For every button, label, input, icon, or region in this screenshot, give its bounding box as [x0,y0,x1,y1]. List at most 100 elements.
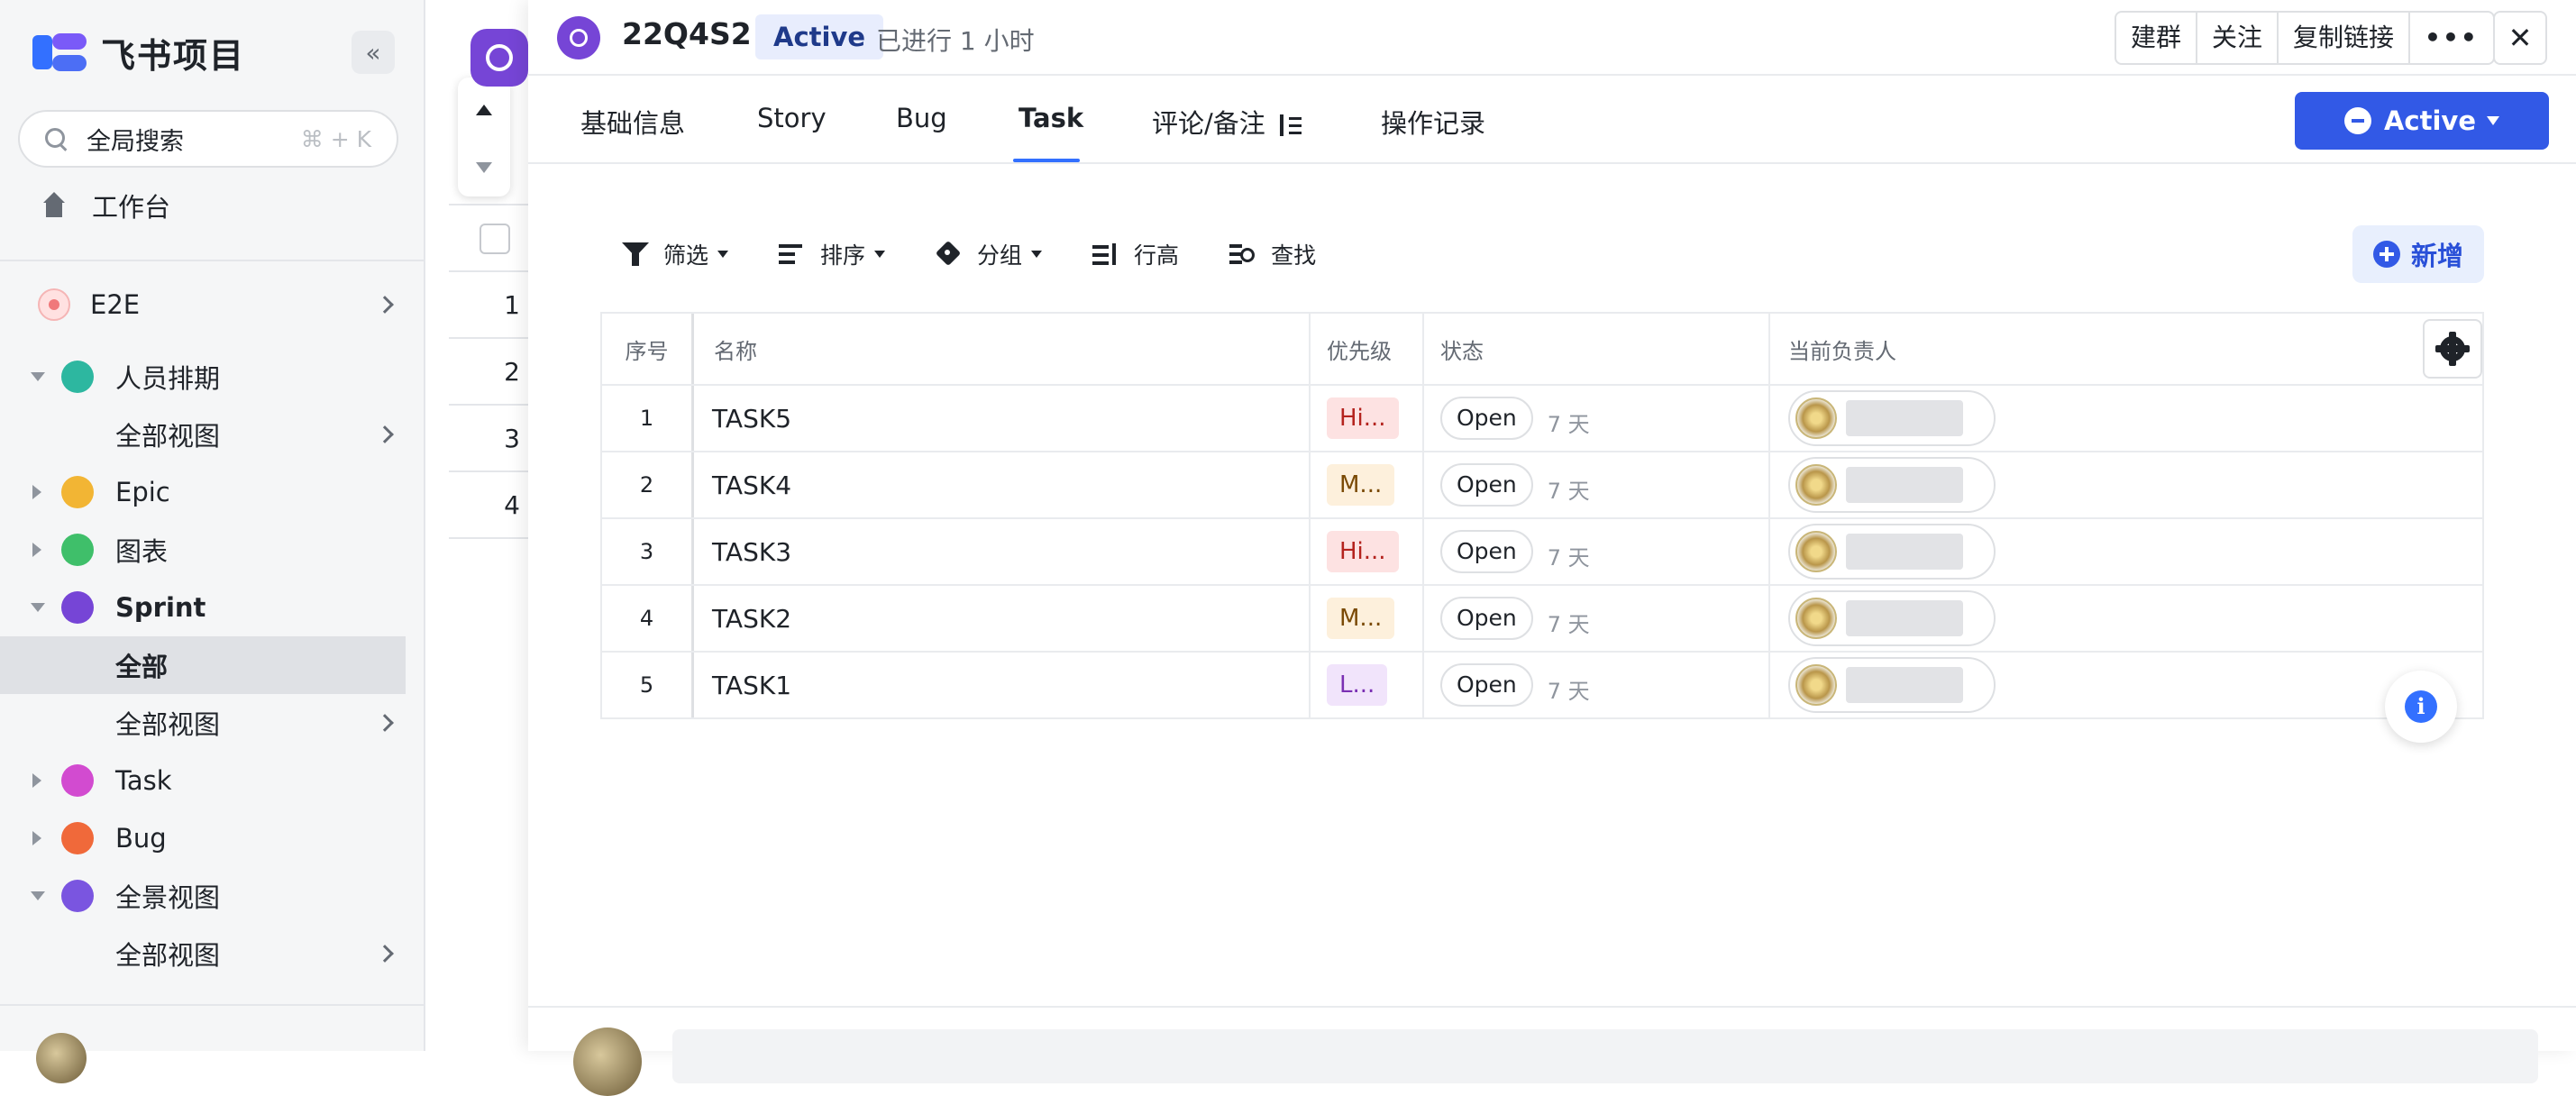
priority-cell[interactable]: M... [1311,452,1424,517]
app-logo[interactable]: 飞书项目 [31,27,245,78]
task-name[interactable]: TASK4 [694,452,1311,517]
priority-cell[interactable]: M... [1311,586,1424,651]
find-button[interactable]: 查找 [1229,238,1316,270]
task-table: 序号 名称 优先级 状态 当前负责人 1 TASK5 Hi... Open 7 天 2 TA… [600,312,2484,719]
table-row[interactable]: 5 TASK1 L... Open 7 天 [602,653,2482,719]
status-cell[interactable]: Open 7 天 [1424,386,1770,451]
status-cell[interactable]: Open 7 天 [1424,653,1770,717]
copy-link-button[interactable]: 复制链接 [2279,13,2411,63]
priority-cell[interactable]: Hi... [1311,386,1424,451]
table-row[interactable]: 1 TASK5 Hi... Open 7 天 [602,386,2482,452]
row-number: 4 [602,586,694,651]
priority-cell[interactable]: L... [1311,653,1424,717]
sprint-type-button[interactable] [470,29,528,87]
sort-order-icon[interactable] [1278,114,1302,136]
global-search-input[interactable]: 全局搜索 ⌘ + K [18,110,398,168]
caret-down-icon[interactable] [31,372,45,381]
status-pill[interactable]: Open [1440,463,1533,507]
table-row[interactable]: 4 [449,472,530,539]
priority-cell[interactable]: Hi... [1311,519,1424,584]
table-row[interactable]: 3 [449,406,530,472]
status-pill[interactable]: Open [1440,530,1533,573]
caret-right-icon[interactable] [32,543,41,557]
status-cell[interactable]: Open 7 天 [1424,586,1770,651]
user-avatar[interactable] [36,1033,87,1083]
task-name[interactable]: TASK2 [694,586,1311,651]
sidebar-item[interactable]: 图表 [0,521,424,579]
status-pill[interactable]: Open [1440,597,1533,640]
table-row[interactable]: 3 TASK3 Hi... Open 7 天 [602,519,2482,586]
column-header-name[interactable]: 名称 [694,314,1311,384]
task-name[interactable]: TASK5 [694,386,1311,451]
next-record-icon[interactable] [476,162,492,173]
status-cell[interactable]: Open 7 天 [1424,519,1770,584]
table-row[interactable]: 4 TASK2 M... Open 7 天 [602,586,2482,653]
caret-down-icon [874,251,886,258]
table-settings-button[interactable] [2423,319,2482,379]
comment-input[interactable] [672,1029,2538,1083]
owner-pill[interactable] [1788,590,1996,646]
tab-bug[interactable]: Bug [896,103,947,133]
follow-button[interactable]: 关注 [2197,13,2279,63]
more-button[interactable]: ••• [2410,13,2493,63]
close-button[interactable]: ✕ [2493,11,2547,65]
group-button[interactable]: 分组 [936,238,1043,270]
column-header-no[interactable]: 序号 [602,314,694,384]
owner-pill[interactable] [1788,524,1996,580]
tab-activity-log[interactable]: 操作记录 [1381,103,1485,141]
sort-button[interactable]: 排序 [779,238,886,270]
owner-pill[interactable] [1788,657,1996,713]
help-button[interactable]: i [2385,671,2457,743]
sidebar-item[interactable]: 全部视图 [0,406,424,463]
caret-right-icon[interactable] [32,773,41,788]
owner-name-redacted [1846,400,1963,436]
column-header-priority[interactable]: 优先级 [1311,314,1424,384]
previous-record-icon[interactable] [476,105,492,115]
owner-pill[interactable] [1788,457,1996,513]
owner-cell[interactable] [1770,452,2482,517]
collapse-sidebar-button[interactable]: « [352,31,395,74]
space-selector[interactable]: E2E [0,276,424,333]
owner-pill[interactable] [1788,390,1996,446]
sidebar-item[interactable]: 全景视图 [0,867,424,925]
tab-task[interactable]: Task [1019,103,1083,133]
row-height-button[interactable]: 行高 [1092,238,1179,270]
table-row[interactable]: 2 [449,339,530,406]
tab-basic-info[interactable]: 基础信息 [580,103,685,141]
add-task-button[interactable]: 新增 [2352,225,2484,283]
caret-right-icon[interactable] [32,485,41,499]
owner-cell[interactable] [1770,519,2482,584]
task-name[interactable]: TASK3 [694,519,1311,584]
owner-cell[interactable] [1770,653,2482,717]
create-group-button[interactable]: 建群 [2116,13,2198,63]
column-header-status[interactable]: 状态 [1424,314,1770,384]
sidebar-item-workbench[interactable]: 工作台 [40,184,170,227]
tab-story[interactable]: Story [757,103,827,133]
sidebar-item[interactable]: 人员排期 [0,348,424,406]
status-pill[interactable]: Open [1440,663,1533,707]
sidebar-item[interactable]: Sprint [0,579,424,636]
caret-right-icon[interactable] [32,831,41,845]
caret-down-icon[interactable] [31,891,45,900]
select-all-checkbox[interactable] [480,224,510,254]
tab-comments[interactable]: 评论/备注 [1152,103,1302,141]
status-transition-button[interactable]: Active [2295,92,2549,150]
owner-cell[interactable] [1770,586,2482,651]
filter-button[interactable]: 筛选 [622,238,729,270]
sprint-icon [486,44,513,71]
owner-cell[interactable] [1770,386,2482,451]
status-pill[interactable]: Open [1440,397,1533,440]
table-row[interactable]: 2 TASK4 M... Open 7 天 [602,452,2482,519]
task-name[interactable]: TASK1 [694,653,1311,717]
sidebar-item[interactable]: 全部视图 [0,925,424,982]
sidebar-item[interactable]: 全部视图 [0,694,424,752]
sidebar-item[interactable]: Bug [0,809,424,867]
sidebar-item[interactable]: 全部 [0,636,406,694]
column-header-owner[interactable]: 当前负责人 [1770,314,2482,384]
caret-down-icon [717,251,729,258]
sidebar-item[interactable]: Epic [0,463,424,521]
sidebar-item[interactable]: Task [0,752,424,809]
caret-down-icon[interactable] [31,603,45,612]
table-row[interactable]: 1 [449,272,530,339]
status-cell[interactable]: Open 7 天 [1424,452,1770,517]
